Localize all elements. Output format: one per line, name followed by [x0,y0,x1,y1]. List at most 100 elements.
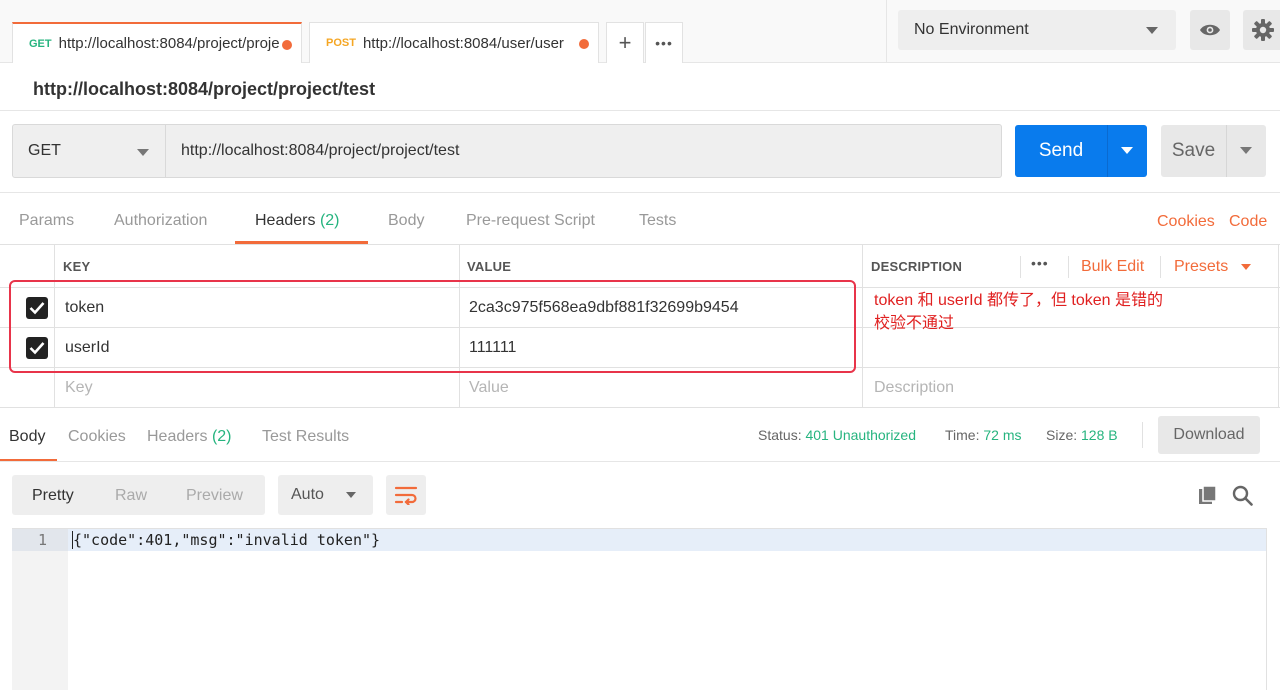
environment-quick-look-button[interactable] [1190,10,1230,50]
code-link[interactable]: Code [1229,213,1267,231]
gear-icon [1252,19,1274,41]
method-label: GET [28,142,61,159]
search-icon [1232,485,1253,506]
annotation-line: 校验不通过 [874,315,955,332]
response-tab-headers-count: (2) [211,428,232,445]
divider [1020,256,1021,278]
format-label: Auto [291,486,324,503]
tab-params[interactable]: Params [19,212,74,230]
column-header-description: DESCRIPTION [871,259,963,274]
status-value[interactable]: 401 Unauthorized [805,427,916,443]
status-label: Status: [758,427,802,443]
tab-headers-label: Headers [255,212,316,229]
divider [1160,256,1161,278]
save-label: Save [1171,140,1216,161]
tab-pre-request-script[interactable]: Pre-request Script [466,212,595,230]
annotation-text: token 和 userId 都传了，但 token 是错的 校验不通过 [874,289,1234,335]
table-border [862,244,863,407]
response-tab-test-results[interactable]: Test Results [262,428,349,446]
environment-select[interactable]: No Environment [898,10,1176,50]
tab-authorization[interactable]: Authorization [114,212,207,230]
more-icon: ••• [655,35,673,51]
size-label: Size: [1046,427,1078,443]
new-description-input[interactable]: Description [874,379,954,397]
table-border [1278,244,1279,407]
divider [0,461,1280,462]
divider [0,110,1280,111]
bulk-edit-link[interactable]: Bulk Edit [1081,258,1144,276]
tab-post-request[interactable]: POST http://localhost:8084/user/user [309,22,599,63]
save-options-button[interactable] [1226,125,1266,177]
chevron-down-icon [346,492,356,498]
time-value[interactable]: 72 ms [983,427,1021,443]
wrap-lines-icon [394,486,418,505]
method-select[interactable]: GET [12,124,166,178]
response-tab-cookies[interactable]: Cookies [68,428,126,446]
view-pretty-button[interactable]: Pretty [32,487,74,505]
line-number: 1 [38,531,48,549]
response-status: Status: 401 Unauthorized [758,427,916,443]
tab-tests[interactable]: Tests [639,212,676,230]
response-tab-body[interactable]: Body [9,428,45,446]
presets-dropdown[interactable]: Presets [1174,258,1251,276]
divider [1142,422,1143,448]
search-button[interactable] [1232,485,1254,507]
top-bar: GET http://localhost:8084/project/projec… [0,0,1280,63]
response-body-text[interactable]: {"code":401,"msg":"invalid token"} [73,531,380,549]
divider [0,192,1280,193]
format-select[interactable]: Auto [278,475,373,515]
annotation-line: token 和 userId 都传了，但 token 是错的 [874,292,1163,309]
response-tab-headers-label: Headers [147,428,208,445]
response-body-editor[interactable] [12,528,1267,690]
divider [1068,256,1069,278]
send-label: Send [1038,140,1084,161]
tab-headers-count: (2) [319,212,340,229]
response-time: Time: 72 ms [945,427,1022,443]
wrap-lines-button[interactable] [386,475,426,515]
tab-headers[interactable]: Headers (2) [255,212,340,230]
table-more-button[interactable]: ••• [1031,255,1049,271]
divider [886,0,887,63]
copy-button[interactable] [1198,485,1220,507]
table-border [0,244,1280,245]
response-size: Size: 128 B [1046,427,1118,443]
chevron-down-icon [1146,27,1158,34]
request-title[interactable]: http://localhost:8084/project/project/te… [33,79,375,100]
tab-get-request[interactable]: GET http://localhost:8084/project/projec… [12,22,302,63]
tab-url: http://localhost:8084/user/user [362,34,564,52]
eye-icon [1200,24,1220,36]
new-value-input[interactable]: Value [469,379,509,397]
tab-body[interactable]: Body [388,212,424,230]
view-preview-button[interactable]: Preview [186,487,243,505]
tab-url: http://localhost:8084/project/project/te… [58,35,279,52]
url-text: http://localhost:8084/project/project/te… [181,142,460,159]
unsaved-dot-icon [282,40,292,50]
new-tab-button[interactable]: + [606,22,644,63]
settings-button[interactable] [1243,10,1280,50]
annotation-highlight-box [9,280,856,373]
url-input[interactable]: http://localhost:8084/project/project/te… [166,124,1002,178]
size-value[interactable]: 128 B [1081,427,1118,443]
chevron-down-icon [137,149,149,156]
environment-label: No Environment [914,21,1029,38]
send-button[interactable]: Send [1015,125,1107,177]
response-tab-headers[interactable]: Headers (2) [147,428,232,446]
chevron-down-icon [1240,263,1251,270]
tab-method: POST [326,37,356,49]
column-header-key: KEY [63,259,91,274]
tab-method: GET [29,37,52,50]
plus-icon: + [618,30,632,55]
time-label: Time: [945,427,980,443]
save-button[interactable]: Save [1161,125,1226,177]
send-options-button[interactable] [1107,125,1147,177]
table-border [0,407,1280,408]
new-key-input[interactable]: Key [65,379,93,397]
tab-more-button[interactable]: ••• [645,22,683,63]
presets-label: Presets [1174,258,1229,275]
cookies-link[interactable]: Cookies [1157,213,1215,231]
download-label: Download [1173,426,1245,443]
column-header-value: VALUE [467,259,512,274]
view-raw-button[interactable]: Raw [115,487,147,505]
download-button[interactable]: Download [1158,416,1260,454]
copy-icon [1199,485,1217,504]
